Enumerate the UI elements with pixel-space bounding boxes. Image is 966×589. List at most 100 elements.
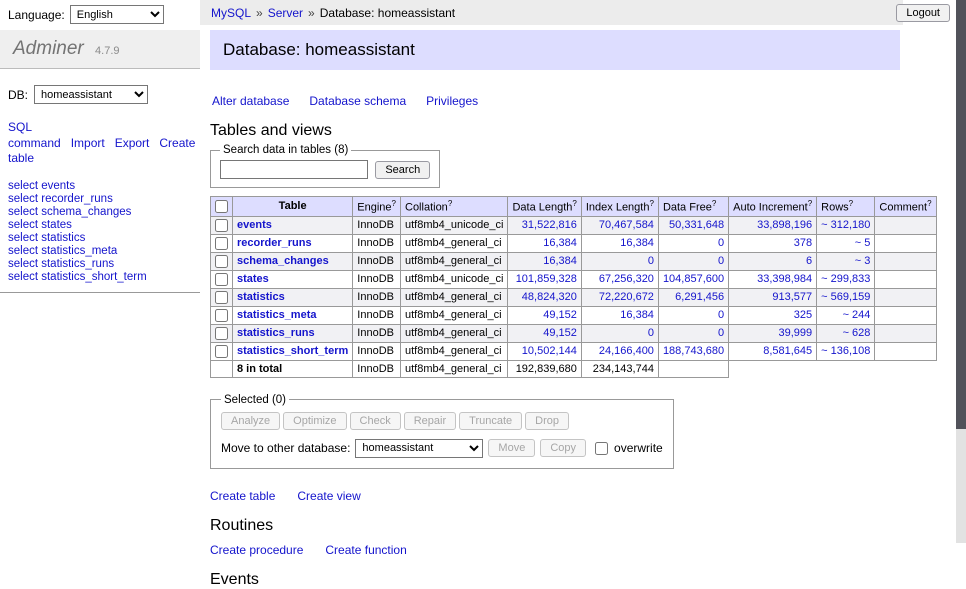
link-create-function[interactable]: Create function — [325, 543, 406, 557]
table-name-link[interactable]: statistics — [237, 291, 285, 303]
rows-link[interactable]: ~ 5 — [855, 237, 871, 249]
nav-link-privileges[interactable]: Privileges — [426, 94, 478, 108]
data-length-link[interactable]: 49,152 — [543, 327, 577, 339]
row-checkbox[interactable] — [215, 327, 228, 340]
row-checkbox[interactable] — [215, 237, 228, 250]
search-input[interactable] — [220, 160, 368, 179]
data-free-link[interactable]: 0 — [718, 309, 724, 321]
data-length-link[interactable]: 10,502,144 — [522, 345, 577, 357]
search-button[interactable]: Search — [375, 161, 430, 179]
auto-increment-link[interactable]: 8,581,645 — [763, 345, 812, 357]
nav-link-alter-database[interactable]: Alter database — [212, 94, 289, 108]
data-free-link[interactable]: 0 — [718, 255, 724, 267]
copy-button[interactable]: Copy — [540, 439, 586, 457]
overwrite-checkbox[interactable] — [595, 442, 608, 455]
analyze-button[interactable]: Analyze — [221, 412, 280, 430]
index-length-link[interactable]: 0 — [648, 255, 654, 267]
row-checkbox[interactable] — [215, 291, 228, 304]
col-header-collation: Collation? — [401, 197, 508, 217]
table-name-link[interactable]: schema_changes — [237, 255, 329, 267]
link-create-procedure[interactable]: Create procedure — [210, 543, 303, 557]
data-length-link[interactable]: 16,384 — [543, 237, 577, 249]
sidebar-select-schema-changes[interactable]: select schema_changes — [8, 206, 192, 219]
optimize-button[interactable]: Optimize — [283, 412, 346, 430]
index-length-link[interactable]: 67,256,320 — [599, 273, 654, 285]
data-length-link[interactable]: 31,522,816 — [522, 219, 577, 231]
row-checkbox[interactable] — [215, 219, 228, 232]
data-free-link[interactable]: 50,331,648 — [669, 219, 724, 231]
sidebar-select-statistics[interactable]: select statistics — [8, 232, 192, 245]
table-name-link[interactable]: states — [237, 273, 269, 285]
sidebar-select-states[interactable]: select states — [8, 219, 192, 232]
sidebar-select-statistics-runs[interactable]: select statistics_runs — [8, 258, 192, 271]
index-length-link[interactable]: 0 — [648, 327, 654, 339]
scrollbar-thumb[interactable] — [956, 0, 966, 429]
sidebar-link-export[interactable]: Export — [115, 136, 150, 150]
index-length-link[interactable]: 16,384 — [620, 237, 654, 249]
link-create-table[interactable]: Create table — [210, 489, 275, 503]
logout-button[interactable]: Logout — [896, 4, 950, 22]
data-free-link[interactable]: 104,857,600 — [663, 273, 724, 285]
breadcrumb-link-mysql[interactable]: MySQL — [211, 6, 251, 20]
index-length-link[interactable]: 72,220,672 — [599, 291, 654, 303]
total-data-free-cell — [658, 360, 728, 377]
sidebar-link-sql-command[interactable]: SQL command — [8, 120, 61, 150]
data-free-link[interactable]: 0 — [718, 327, 724, 339]
drop-button[interactable]: Drop — [525, 412, 569, 430]
truncate-button[interactable]: Truncate — [459, 412, 522, 430]
repair-button[interactable]: Repair — [404, 412, 456, 430]
data-length-link[interactable]: 48,824,320 — [522, 291, 577, 303]
rows-link[interactable]: ~ 569,159 — [821, 291, 870, 303]
move-database-select[interactable]: homeassistant — [355, 439, 483, 458]
index-length-link[interactable]: 24,166,400 — [599, 345, 654, 357]
row-checkbox[interactable] — [215, 345, 228, 358]
sidebar-select-recorder-runs[interactable]: select recorder_runs — [8, 193, 192, 206]
auto-increment-link[interactable]: 6 — [806, 255, 812, 267]
sidebar-select-statistics-short-term[interactable]: select statistics_short_term — [8, 271, 192, 284]
rows-link[interactable]: ~ 3 — [855, 255, 871, 267]
auto-increment-link[interactable]: 39,999 — [779, 327, 813, 339]
data-free-link[interactable]: 188,743,680 — [663, 345, 724, 357]
breadcrumb-link-server[interactable]: Server — [268, 6, 303, 20]
sidebar-select-events[interactable]: select events — [8, 180, 192, 193]
language-select[interactable]: English — [70, 5, 164, 24]
sidebar-link-import[interactable]: Import — [71, 136, 105, 150]
db-select[interactable]: homeassistant — [34, 85, 148, 104]
rows-link[interactable]: ~ 628 — [843, 327, 871, 339]
move-button[interactable]: Move — [488, 439, 535, 457]
auto-increment-link[interactable]: 378 — [794, 237, 812, 249]
scrollbar[interactable] — [956, 0, 966, 543]
auto-increment-link[interactable]: 33,898,196 — [757, 219, 812, 231]
select-all-checkbox[interactable] — [215, 200, 228, 213]
row-checkbox[interactable] — [215, 273, 228, 286]
row-checkbox[interactable] — [215, 255, 228, 268]
sidebar-select-statistics-meta[interactable]: select statistics_meta — [8, 245, 192, 258]
rows-link[interactable]: ~ 244 — [843, 309, 871, 321]
rows-link[interactable]: ~ 136,108 — [821, 345, 870, 357]
table-name-link[interactable]: statistics_meta — [237, 309, 317, 321]
search-fieldset: Search data in tables (8) Search — [210, 144, 440, 188]
table-name-link[interactable]: events — [237, 219, 272, 231]
index-length-link[interactable]: 16,384 — [620, 309, 654, 321]
data-length-link[interactable]: 16,384 — [543, 255, 577, 267]
table-name-link[interactable]: statistics_runs — [237, 327, 315, 339]
link-create-view[interactable]: Create view — [297, 489, 360, 503]
check-button[interactable]: Check — [350, 412, 401, 430]
table-name-link[interactable]: recorder_runs — [237, 237, 312, 249]
auto-increment-link[interactable]: 33,398,984 — [757, 273, 812, 285]
bulk-buttons: AnalyzeOptimizeCheckRepairTruncateDrop — [221, 412, 663, 430]
auto-increment-link[interactable]: 325 — [794, 309, 812, 321]
col-header-label: Comment — [879, 202, 927, 214]
rows-link[interactable]: ~ 312,180 — [821, 219, 870, 231]
row-checkbox[interactable] — [215, 309, 228, 322]
index-length-link[interactable]: 70,467,584 — [599, 219, 654, 231]
auto-increment-link[interactable]: 913,577 — [772, 291, 812, 303]
data-free-link[interactable]: 6,291,456 — [675, 291, 724, 303]
nav-link-database-schema[interactable]: Database schema — [309, 94, 406, 108]
data-length-link[interactable]: 49,152 — [543, 309, 577, 321]
table-name-link[interactable]: statistics_short_term — [237, 345, 348, 357]
data-free-link[interactable]: 0 — [718, 237, 724, 249]
col-header-comment: Comment? — [875, 197, 936, 217]
data-length-link[interactable]: 101,859,328 — [516, 273, 577, 285]
rows-link[interactable]: ~ 299,833 — [821, 273, 870, 285]
